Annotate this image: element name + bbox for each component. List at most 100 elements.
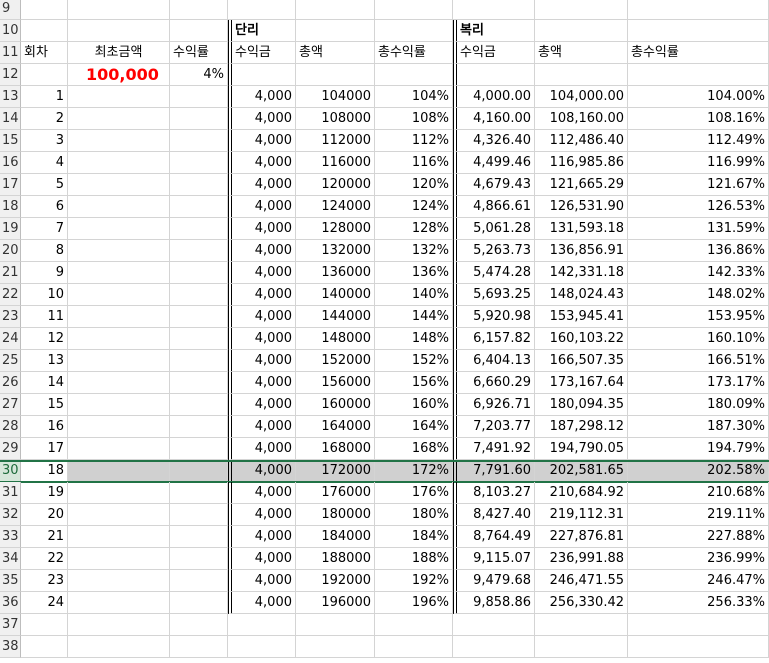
cell-compound-total[interactable]	[535, 614, 628, 636]
cell-rate[interactable]: 수익률	[170, 42, 228, 64]
cell-simple-total[interactable]: 176000	[296, 482, 375, 504]
cell-simple-total-rate[interactable]: 156%	[375, 372, 453, 394]
cell-simple-total[interactable]: 124000	[296, 196, 375, 218]
cell-simple-interest[interactable]: 4,000	[228, 504, 296, 526]
cell-session[interactable]: 22	[21, 548, 68, 570]
row-header[interactable]: 34	[0, 548, 21, 570]
row-header[interactable]: 37	[0, 614, 21, 636]
cell-empty[interactable]	[628, 438, 769, 460]
cell-empty[interactable]	[628, 636, 769, 658]
cell-rate[interactable]	[170, 262, 228, 284]
cell-simple-total[interactable]	[296, 64, 375, 86]
row-header[interactable]: 13	[0, 86, 21, 108]
cell-simple-interest[interactable]: 4,000	[228, 262, 296, 284]
cell-simple-interest[interactable]	[228, 636, 296, 658]
cell-simple-interest[interactable]: 4,000	[228, 218, 296, 240]
row-header[interactable]: 20	[0, 240, 21, 262]
cell-initial-amount[interactable]	[68, 504, 170, 526]
cell-rate[interactable]: 4%	[170, 64, 228, 86]
cell-compound-interest[interactable]: 6,926.71	[453, 394, 535, 416]
cell-rate[interactable]	[170, 196, 228, 218]
cell-compound-interest[interactable]: 4,000.00	[453, 86, 535, 108]
row-header[interactable]: 23	[0, 306, 21, 328]
cell-empty[interactable]	[628, 262, 769, 284]
row-header[interactable]: 15	[0, 130, 21, 152]
cell-simple-total-rate[interactable]: 총수익률	[375, 42, 453, 64]
cell-compound-interest[interactable]: 8,764.49	[453, 526, 535, 548]
cell-simple-total[interactable]	[296, 614, 375, 636]
row-header[interactable]: 33	[0, 526, 21, 548]
cell-compound-total[interactable]: 246,471.55	[535, 570, 628, 592]
cell-simple-total[interactable]: 112000	[296, 130, 375, 152]
cell-rate[interactable]	[170, 570, 228, 592]
cell-simple-total-rate[interactable]: 172%	[375, 460, 453, 482]
cell-compound-interest[interactable]: 6,157.82	[453, 328, 535, 350]
cell-simple-total[interactable]	[296, 0, 375, 20]
cell-compound-total[interactable]: 121,665.29	[535, 174, 628, 196]
cell-initial-amount[interactable]	[68, 460, 170, 482]
cell-initial-amount[interactable]	[68, 196, 170, 218]
cell-simple-total-rate[interactable]: 136%	[375, 262, 453, 284]
row-header[interactable]: 36	[0, 592, 21, 614]
cell-empty[interactable]	[628, 614, 769, 636]
cell-compound-total[interactable]: 136,856.91	[535, 240, 628, 262]
cell-rate[interactable]	[170, 614, 228, 636]
cell-compound-total[interactable]	[535, 0, 628, 20]
cell-initial-amount[interactable]	[68, 130, 170, 152]
cell-initial-amount[interactable]	[68, 86, 170, 108]
cell-rate[interactable]	[170, 460, 228, 482]
cell-compound-total[interactable]: 108,160.00	[535, 108, 628, 130]
row-header[interactable]: 11	[0, 42, 21, 64]
cell-rate[interactable]	[170, 130, 228, 152]
cell-session[interactable]: 18	[21, 460, 68, 482]
cell-compound-total[interactable]	[535, 64, 628, 86]
cell-session[interactable]: 19	[21, 482, 68, 504]
cell-simple-total[interactable]: 164000	[296, 416, 375, 438]
cell-session[interactable]: 9	[21, 262, 68, 284]
cell-compound-interest[interactable]	[453, 636, 535, 658]
cell-simple-total-rate[interactable]: 176%	[375, 482, 453, 504]
cell-initial-amount[interactable]	[68, 284, 170, 306]
cell-empty[interactable]	[628, 42, 769, 64]
cell-simple-total-rate[interactable]	[375, 636, 453, 658]
cell-simple-interest[interactable]: 4,000	[228, 152, 296, 174]
cell-compound-total[interactable]: 총액	[535, 42, 628, 64]
cell-simple-interest[interactable]: 단리	[228, 20, 296, 42]
cell-session[interactable]: 회차	[21, 42, 68, 64]
cell-rate[interactable]	[170, 372, 228, 394]
cell-session[interactable]	[21, 614, 68, 636]
cell-simple-total-rate[interactable]	[375, 0, 453, 20]
cell-session[interactable]	[21, 636, 68, 658]
cell-session[interactable]	[21, 20, 68, 42]
row-header[interactable]: 31	[0, 482, 21, 504]
row-header[interactable]: 32	[0, 504, 21, 526]
cell-simple-total-rate[interactable]: 120%	[375, 174, 453, 196]
cell-simple-total[interactable]: 104000	[296, 86, 375, 108]
cell-initial-amount[interactable]	[68, 636, 170, 658]
cell-rate[interactable]	[170, 0, 228, 20]
cell-session[interactable]: 4	[21, 152, 68, 174]
cell-compound-interest[interactable]: 4,326.40	[453, 130, 535, 152]
cell-empty[interactable]	[628, 460, 769, 482]
cell-empty[interactable]	[628, 196, 769, 218]
cell-compound-interest[interactable]: 4,679.43	[453, 174, 535, 196]
cell-initial-amount[interactable]	[68, 438, 170, 460]
cell-simple-total-rate[interactable]: 188%	[375, 548, 453, 570]
cell-simple-interest[interactable]: 4,000	[228, 196, 296, 218]
cell-simple-interest[interactable]: 4,000	[228, 306, 296, 328]
cell-simple-interest[interactable]: 4,000	[228, 174, 296, 196]
cell-rate[interactable]	[170, 174, 228, 196]
cell-simple-interest[interactable]: 4,000	[228, 108, 296, 130]
cell-session[interactable]: 2	[21, 108, 68, 130]
cell-simple-interest[interactable]: 4,000	[228, 350, 296, 372]
cell-simple-interest[interactable]	[228, 0, 296, 20]
cell-simple-total[interactable]: 188000	[296, 548, 375, 570]
cell-simple-interest[interactable]: 4,000	[228, 438, 296, 460]
cell-simple-total[interactable]: 108000	[296, 108, 375, 130]
cell-empty[interactable]	[628, 328, 769, 350]
cell-initial-amount[interactable]	[68, 20, 170, 42]
cell-session[interactable]	[21, 64, 68, 86]
row-header[interactable]: 16	[0, 152, 21, 174]
cell-empty[interactable]	[628, 306, 769, 328]
cell-simple-total-rate[interactable]: 112%	[375, 130, 453, 152]
